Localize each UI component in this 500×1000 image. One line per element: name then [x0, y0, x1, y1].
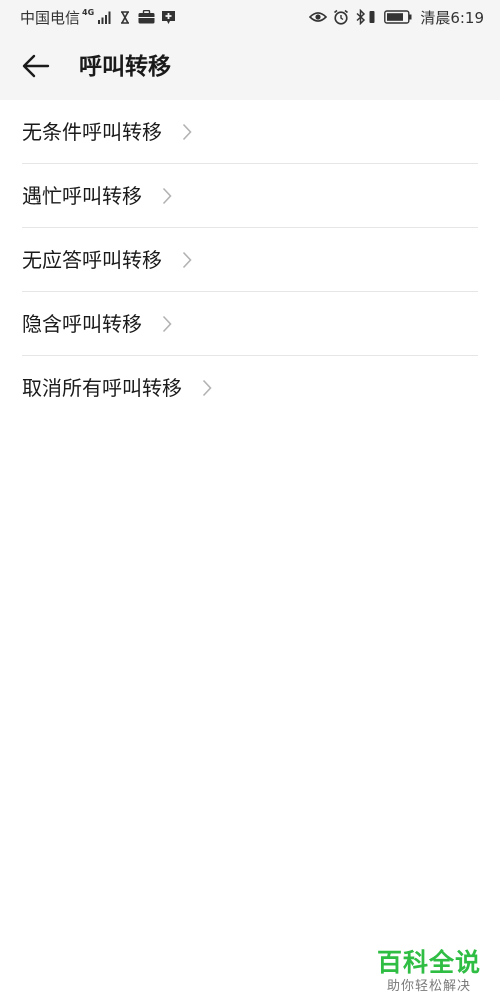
chevron-right-icon [202, 379, 212, 397]
chevron-right-icon [162, 315, 172, 333]
alarm-icon [333, 9, 349, 25]
chevron-right-icon [162, 187, 172, 205]
page-title: 呼叫转移 [79, 54, 171, 80]
menu-item-label: 无条件呼叫转移 [22, 120, 162, 144]
carrier-name: 中国电信 [20, 8, 81, 27]
status-bar: 中国电信 4G 清晨6:19 [0, 0, 500, 34]
chevron-right-icon [182, 251, 192, 269]
call-forwarding-list: 无条件呼叫转移 遇忙呼叫转移 无应答呼叫转移 隐含呼叫转移 取消所有呼叫转移 [0, 100, 500, 420]
app-bar: 呼叫转移 [0, 34, 500, 100]
chevron-right-icon [182, 123, 192, 141]
menu-item-label: 无应答呼叫转移 [22, 248, 162, 272]
menu-item-label: 遇忙呼叫转移 [22, 184, 142, 208]
bluetooth-icon [355, 9, 367, 25]
back-button[interactable] [14, 46, 58, 90]
watermark-subtitle: 助你轻松解决 [386, 979, 471, 994]
battery-icon [384, 10, 412, 24]
menu-item-cancel-all-forward[interactable]: 取消所有呼叫转移 [0, 356, 500, 420]
status-bar-right: 清晨6:19 [303, 7, 484, 27]
watermark-logo: 百科全说 助你轻松解决 [374, 948, 484, 996]
eye-icon [309, 11, 328, 23]
status-bar-left: 中国电信 4G [20, 7, 176, 27]
clock-time: 清晨6:19 [420, 8, 484, 27]
menu-item-implicit-forward[interactable]: 隐含呼叫转移 [0, 292, 500, 356]
watermark-title: 百科全说 [376, 948, 481, 977]
plus-badge-icon [161, 10, 176, 25]
menu-item-label: 隐含呼叫转移 [22, 312, 142, 336]
signal-icon [98, 11, 112, 24]
network-type: 4G [82, 8, 95, 17]
arrow-left-icon [22, 54, 50, 82]
briefcase-icon [138, 10, 155, 24]
hourglass-icon [120, 10, 130, 24]
menu-item-busy-forward[interactable]: 遇忙呼叫转移 [0, 164, 500, 228]
menu-item-unconditional-forward[interactable]: 无条件呼叫转移 [0, 100, 500, 164]
menu-item-label: 取消所有呼叫转移 [22, 376, 182, 400]
header-area: 中国电信 4G 清晨6:19 呼叫转移 [0, 0, 500, 100]
menu-item-no-answer-forward[interactable]: 无应答呼叫转移 [0, 228, 500, 292]
vibrate-icon [368, 10, 376, 24]
